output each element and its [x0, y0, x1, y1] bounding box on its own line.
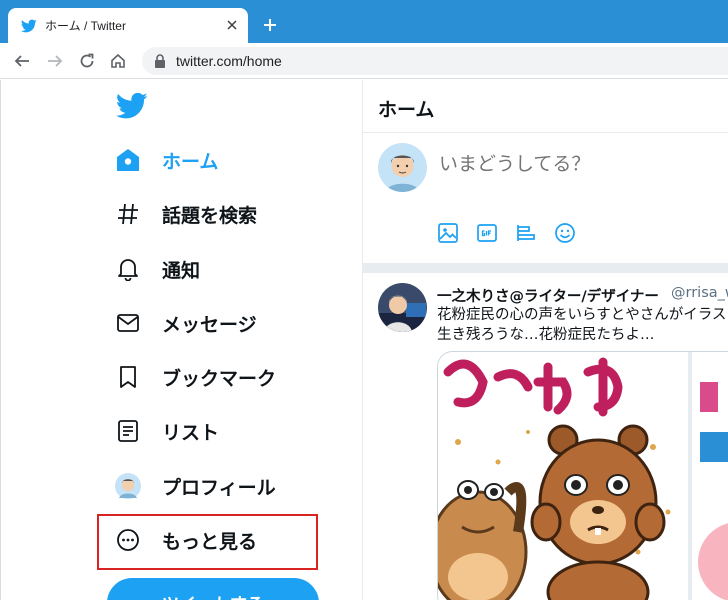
- sidebar-item-label: ホーム: [162, 150, 219, 173]
- sidebar-item-label: 通知: [162, 259, 201, 282]
- sidebar-item-label: リスト: [162, 421, 220, 444]
- tweet-text: 花粉症民の心の声をいらすとやさんがイラス 生き残ろうな…花粉症民たちよ…: [437, 305, 728, 345]
- page-title: ホーム: [378, 99, 435, 121]
- browser-toolbar: twitter.com/home: [0, 43, 728, 79]
- tweet-item[interactable]: 一之木りさ@ライター/デザイナー @rrisa_w 花粉症民の心の声をいらすとや…: [363, 273, 728, 600]
- sidebar-item-explore[interactable]: 話題を検索: [114, 194, 257, 234]
- sidebar-item-label: 話題を検索: [162, 204, 258, 227]
- sidebar-item-notifications[interactable]: 通知: [114, 249, 200, 289]
- composer-separator: [363, 263, 728, 273]
- image-icon[interactable]: [436, 221, 460, 245]
- browser-tabstrip: ホーム / Twitter: [0, 0, 728, 43]
- tweet-text-line: 花粉症民の心の声をいらすとやさんがイラス: [437, 307, 727, 323]
- home-icon: [114, 146, 142, 174]
- twitter-page: ホーム 話題を検索 通知 メッセージ ブックマーク リスト プロフィール もっと…: [0, 80, 728, 600]
- tweet-author-avatar[interactable]: [378, 283, 427, 332]
- lock-icon: [154, 54, 166, 68]
- close-icon[interactable]: [224, 17, 240, 33]
- reload-icon[interactable]: [77, 51, 97, 71]
- page-left-border: [0, 80, 1, 600]
- gif-icon[interactable]: [475, 221, 499, 245]
- mail-icon: [114, 309, 142, 337]
- highlight-annotation-box: [97, 514, 318, 570]
- emoji-icon[interactable]: [553, 221, 577, 245]
- tweet-author-name[interactable]: 一之木りさ@ライター/デザイナー: [437, 285, 659, 306]
- sidebar-item-label: ブックマーク: [162, 367, 277, 390]
- list-icon: [114, 417, 142, 445]
- sidebar-item-home[interactable]: ホーム: [114, 140, 218, 180]
- bell-icon: [114, 255, 142, 283]
- sidebar-item-lists[interactable]: リスト: [114, 411, 219, 451]
- main-header: ホーム: [363, 80, 728, 133]
- sidebar-item-label: メッセージ: [162, 313, 257, 336]
- tweet-media-image[interactable]: [437, 351, 728, 600]
- tweet-composer: [363, 133, 728, 263]
- sidebar-item-label: プロフィール: [162, 476, 276, 499]
- home-icon[interactable]: [108, 51, 128, 71]
- browser-tab[interactable]: ホーム / Twitter: [8, 8, 248, 43]
- poll-icon[interactable]: [514, 221, 538, 245]
- tweet-button[interactable]: ツイートする: [107, 578, 319, 600]
- avatar: [114, 472, 142, 500]
- twitter-bird-icon: [21, 18, 37, 34]
- avatar[interactable]: [378, 143, 427, 192]
- forward-arrow-icon[interactable]: [45, 51, 65, 71]
- twitter-logo-icon[interactable]: [115, 92, 148, 120]
- url-text: twitter.com/home: [176, 53, 282, 69]
- tweet-text-line: 生き残ろうな…花粉症民たちよ…: [437, 327, 655, 343]
- sidebar-item-bookmarks[interactable]: ブックマーク: [114, 357, 276, 397]
- sidebar-item-profile[interactable]: プロフィール: [114, 466, 276, 506]
- tab-title: ホーム / Twitter: [45, 19, 126, 33]
- tweet-compose-input[interactable]: [439, 153, 719, 175]
- hashtag-icon: [114, 200, 142, 228]
- address-bar[interactable]: twitter.com/home: [142, 47, 728, 75]
- tweet-button-label: ツイートする: [162, 590, 264, 600]
- back-arrow-icon[interactable]: [12, 51, 32, 71]
- bookmark-icon: [114, 363, 142, 391]
- tweet-author-handle[interactable]: @rrisa_w: [671, 285, 728, 301]
- new-tab-icon[interactable]: [260, 15, 280, 35]
- sidebar-item-messages[interactable]: メッセージ: [114, 303, 257, 343]
